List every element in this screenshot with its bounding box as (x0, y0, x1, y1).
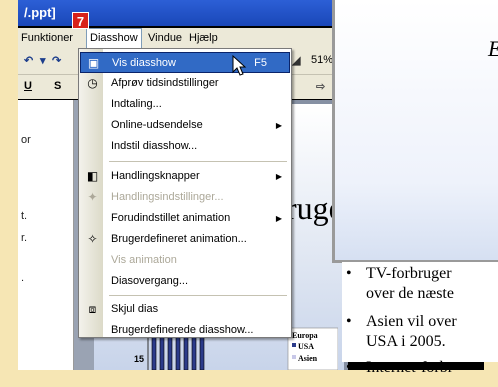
menu-item-indstil-diasshow[interactable]: Indstil diasshow... (80, 136, 290, 157)
chart-y-tick: 15 (134, 354, 144, 364)
action-settings-icon: ✦ (87, 190, 98, 204)
menu-item-forudindstillet-animation[interactable]: Forudindstillet animation ▶ (80, 208, 290, 229)
outline-fragment: r. (21, 232, 28, 244)
custom-animation-icon: ✧ (87, 232, 98, 246)
next-icon[interactable]: ⇨ (316, 80, 325, 93)
mouse-pointer-icon (232, 55, 247, 76)
outline-pane: or t. r. . (18, 100, 74, 370)
bullet-line: Asien vil over (366, 313, 457, 330)
slideshow-title-letter: E (488, 36, 498, 62)
bullet-line: over de næste (366, 285, 454, 302)
menu-separator (109, 295, 287, 296)
menu-item-label: Afprøv tidsindstillinger (111, 77, 219, 89)
menu-item-label: Brugerdefinerede diasshow... (111, 324, 254, 336)
menu-funktioner[interactable]: Funktioner (18, 28, 76, 48)
shadow-button[interactable]: S (54, 80, 61, 92)
menu-item-label: Indstil diasshow... (111, 140, 198, 152)
legend-entry: Europa (292, 331, 318, 340)
menu-item-skjul-dias[interactable]: ⧈ Skjul dias (80, 299, 290, 320)
menu-hjaelp[interactable]: Hjælp (186, 28, 221, 48)
slideshow-icon: ▣ (87, 56, 100, 70)
menu-item-label: Handlingsknapper (111, 170, 200, 182)
menu-item-label: Indtaling... (111, 98, 162, 110)
menu-item-label: Skjul dias (111, 303, 159, 315)
menu-separator (109, 161, 287, 162)
menu-item-brugerdefineret-animation[interactable]: ✧ Brugerdefineret animation... (80, 229, 290, 250)
bullet-marker: • (346, 359, 352, 376)
submenu-arrow-icon: ▶ (275, 172, 282, 181)
menu-item-brugerdefinerede-diasshow[interactable]: Brugerdefinerede diasshow... (80, 320, 290, 341)
undo-icon[interactable]: ↶ (24, 54, 33, 67)
menu-item-shortcut: F5 (254, 57, 267, 69)
redo-icon[interactable]: ↷ (52, 54, 61, 67)
menu-item-label: Handlingsindstillinger... (111, 191, 224, 203)
outline-fragment: t. (21, 210, 28, 222)
menu-item-label: Vis diasshow (112, 57, 176, 69)
menu-item-online-udsendelse[interactable]: Online-udsendelse ▶ (80, 115, 290, 136)
diasshow-menu: ▣ Vis diasshow F5 ◷ Afprøv tidsindstilli… (78, 48, 292, 338)
timer-icon: ◷ (87, 76, 98, 90)
bullet-marker: • (346, 313, 352, 330)
menu-item-label: Vis animation (111, 254, 177, 266)
menu-item-label: Brugerdefineret animation... (111, 233, 247, 245)
menu-diasshow[interactable]: Diasshow (86, 28, 142, 48)
menu-item-handlingsknapper[interactable]: ◧ Handlingsknapper ▶ (80, 166, 290, 187)
bullet-marker: • (346, 265, 352, 282)
action-buttons-icon: ◧ (86, 169, 99, 183)
slideshow-bullets: • TV-forbruger over de næste • Asien vil… (342, 262, 498, 376)
bullet-line: TV-forbruger (366, 265, 452, 282)
chart-icon[interactable]: ◢ (292, 54, 300, 67)
zoom-field[interactable]: 51% (311, 54, 333, 66)
outline-fragment: . (21, 272, 25, 284)
outline-fragment: or (21, 134, 31, 146)
dropdown-icon[interactable]: ▾ (40, 54, 46, 67)
menu-item-diasovergang[interactable]: Diasovergang... (80, 271, 290, 292)
step-badge: 7 (72, 12, 89, 29)
menu-item-vis-diasshow[interactable]: ▣ Vis diasshow F5 (80, 52, 290, 73)
legend-entry: Asien (298, 354, 318, 363)
menu-item-label: Online-udsendelse (111, 119, 203, 131)
bullet-line: USA i 2005. (366, 333, 446, 350)
menu-item-label: Forudindstillet animation (111, 212, 231, 224)
submenu-arrow-icon: ▶ (275, 214, 282, 223)
underline-button[interactable]: U (24, 80, 32, 92)
bullet-line: Internet-forbr (366, 359, 454, 376)
menu-vindue[interactable]: Vindue (145, 28, 185, 48)
window-title: /.ppt] (18, 0, 348, 26)
menu-item-indtaling[interactable]: Indtaling... (80, 94, 290, 115)
slideshow-preview (332, 0, 498, 263)
submenu-arrow-icon: ▶ (275, 121, 282, 130)
menu-item-label: Diasovergang... (111, 275, 189, 287)
menu-bar: Funktioner Diasshow Vindue Hjælp (18, 28, 348, 48)
menu-item-afproev-tidsindstillinger[interactable]: ◷ Afprøv tidsindstillinger (80, 73, 290, 94)
legend-entry: USA (298, 342, 314, 351)
menu-item-vis-animation: Vis animation (80, 250, 290, 271)
hide-slide-icon: ⧈ (88, 302, 97, 316)
menu-item-handlingsindstillinger: ✦ Handlingsindstillinger... (80, 187, 290, 208)
